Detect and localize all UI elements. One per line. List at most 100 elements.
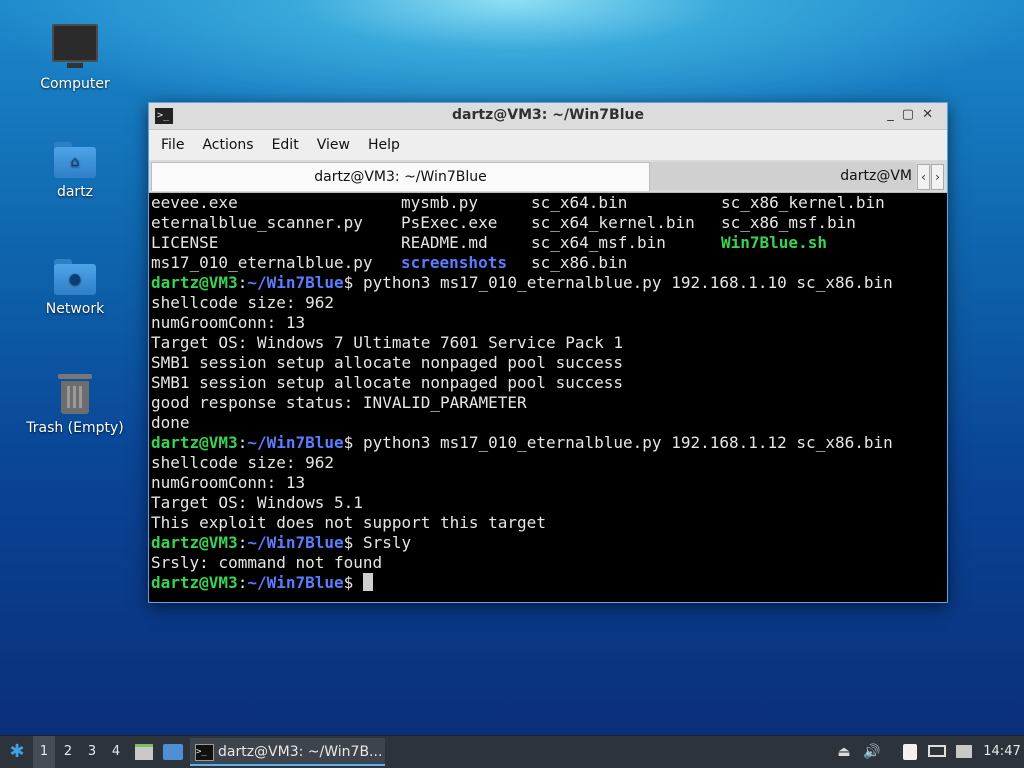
- file-entry: sc_x64_msf.bin: [531, 233, 666, 252]
- prompt-line: dartz@VM3:~/Win7Blue$: [151, 573, 945, 593]
- update-notifier-icon[interactable]: [954, 744, 974, 760]
- command-text: python3 ms17_010_eternalblue.py 192.168.…: [353, 433, 893, 452]
- desktop-icon-label: Trash (Empty): [26, 420, 124, 436]
- ls-row: ms17_010_eternalblue.py screenshots sc_x86…: [151, 253, 945, 273]
- volume-icon[interactable]: 🔊: [863, 744, 881, 760]
- ls-row: eevee.exe mysmb.py sc_x64.bin sc_x86_kernel…: [151, 193, 945, 213]
- close-button[interactable]: ✕: [922, 107, 941, 122]
- window-controls: _▢✕: [887, 107, 941, 122]
- file-entry: PsExec.exe: [401, 213, 498, 232]
- output-line: Target OS: Windows 7 Ultimate 7601 Servi…: [151, 333, 624, 352]
- maximize-button[interactable]: ▢: [902, 107, 922, 122]
- taskbar-window-button[interactable]: >_ dartz@VM3: ~/Win7B...: [190, 738, 385, 766]
- prompt-user: dartz@VM3: [151, 533, 238, 552]
- show-desktop-button[interactable]: [162, 736, 184, 768]
- file-manager-icon: [135, 744, 153, 760]
- network-folder-icon: ●: [54, 259, 96, 295]
- file-entry: README.md: [401, 233, 488, 252]
- prompt-user: dartz@VM3: [151, 273, 238, 292]
- prompt-char: $: [343, 433, 354, 452]
- workspace-1[interactable]: 1: [33, 736, 55, 768]
- command-text: Srsly: [353, 533, 412, 552]
- tab-bar: dartz@VM3: ~/Win7Blue dartz@VM ‹ ›: [149, 160, 947, 193]
- network-status-icon[interactable]: [926, 744, 948, 760]
- file-entry: LICENSE: [151, 233, 219, 252]
- prompt-user: dartz@VM3: [151, 573, 238, 592]
- prompt-sep: :: [237, 573, 248, 592]
- prompt-char: $: [343, 273, 354, 292]
- tab-scroll-left-button[interactable]: ‹: [917, 164, 930, 190]
- tab-active[interactable]: dartz@VM3: ~/Win7Blue: [151, 162, 650, 191]
- taskbar-window-label: dartz@VM3: ~/Win7B...: [218, 744, 383, 760]
- output-line: Target OS: Windows 5.1: [151, 493, 363, 512]
- file-entry: sc_x86_msf.bin: [721, 213, 856, 232]
- output-line: SMB1 session setup allocate nonpaged poo…: [151, 373, 624, 392]
- prompt-char: $: [343, 573, 354, 592]
- desktop-icon-trash[interactable]: Trash (Empty): [20, 374, 130, 436]
- text-cursor: [362, 573, 373, 591]
- menu-file[interactable]: File: [152, 137, 193, 153]
- executable-file-entry: Win7Blue.sh: [721, 233, 827, 252]
- menu-view[interactable]: View: [308, 137, 359, 153]
- desktop-icon-network[interactable]: ● Network: [20, 259, 130, 317]
- desktop-icon-home[interactable]: ⌂ dartz: [20, 142, 130, 200]
- prompt-user: dartz@VM3: [151, 433, 238, 452]
- workspace-4[interactable]: 4: [105, 736, 127, 768]
- clock[interactable]: 14:47: [982, 736, 1022, 768]
- desktop-icon-label: Network: [45, 301, 105, 317]
- terminal-task-icon: >_: [195, 744, 214, 761]
- prompt-path: ~/Win7Blue: [247, 573, 344, 592]
- output-line: SMB1 session setup allocate nonpaged poo…: [151, 353, 624, 372]
- file-entry: sc_x86_kernel.bin: [721, 193, 885, 212]
- workspace-3[interactable]: 3: [81, 736, 103, 768]
- command-text: python3 ms17_010_eternalblue.py 192.168.…: [353, 273, 893, 292]
- trash-icon: [58, 374, 92, 414]
- output-line: numGroomConn: 13: [151, 313, 306, 332]
- clipboard-icon[interactable]: [900, 744, 920, 760]
- output-line: This exploit does not support this targe…: [151, 513, 546, 532]
- output-line: shellcode size: 962: [151, 453, 335, 472]
- tab-inactive[interactable]: dartz@VM: [650, 162, 916, 190]
- output-line: shellcode size: 962: [151, 293, 335, 312]
- menu-help[interactable]: Help: [359, 137, 409, 153]
- output-line: good response status: INVALID_PARAMETER: [151, 393, 527, 412]
- desktop-icon-computer[interactable]: Computer: [20, 24, 130, 92]
- minimize-button[interactable]: _: [887, 107, 902, 122]
- prompt-line: dartz@VM3:~/Win7Blue$ python3 ms17_010_e…: [151, 273, 945, 293]
- prompt-sep: :: [237, 533, 248, 552]
- window-title: dartz@VM3: ~/Win7Blue: [452, 107, 644, 123]
- directory-entry: screenshots: [401, 253, 507, 272]
- file-entry: sc_x64.bin: [531, 193, 628, 212]
- prompt-line: dartz@VM3:~/Win7Blue$ python3 ms17_010_e…: [151, 433, 945, 453]
- prompt-sep: :: [237, 433, 248, 452]
- output-line: done: [151, 413, 190, 432]
- prompt-sep: :: [237, 273, 248, 292]
- menu-actions[interactable]: Actions: [193, 137, 262, 153]
- file-entry: mysmb.py: [401, 193, 479, 212]
- prompt-line: dartz@VM3:~/Win7Blue$ Srsly: [151, 533, 945, 553]
- desktop-icon-label: Computer: [40, 76, 110, 92]
- file-manager-launcher[interactable]: [134, 736, 154, 768]
- terminal-window[interactable]: >_ dartz@VM3: ~/Win7Blue _▢✕ File Action…: [148, 102, 948, 603]
- prompt-path: ~/Win7Blue: [247, 433, 344, 452]
- prompt-path: ~/Win7Blue: [247, 533, 344, 552]
- title-bar[interactable]: >_ dartz@VM3: ~/Win7Blue _▢✕: [149, 103, 947, 130]
- file-entry: eternalblue_scanner.py: [151, 213, 363, 232]
- home-folder-icon: ⌂: [54, 142, 96, 178]
- output-line: Srsly: command not found: [151, 553, 383, 572]
- file-entry: sc_x86.bin: [531, 253, 628, 272]
- tab-scroll-right-button[interactable]: ›: [931, 164, 944, 190]
- prompt-path: ~/Win7Blue: [247, 273, 344, 292]
- eject-icon[interactable]: ⏏: [835, 744, 853, 760]
- app-menu-icon[interactable]: ✱: [4, 736, 30, 768]
- file-entry: eevee.exe: [151, 193, 238, 212]
- desktop-icon-label: dartz: [56, 184, 94, 200]
- terminal-output[interactable]: eevee.exe mysmb.py sc_x64.bin sc_x86_kernel…: [151, 193, 945, 602]
- menu-bar: File Actions Edit View Help: [149, 130, 947, 160]
- computer-icon: [52, 24, 98, 68]
- menu-edit[interactable]: Edit: [263, 137, 308, 153]
- output-line: numGroomConn: 13: [151, 473, 306, 492]
- ls-row: LICENSE README.md sc_x64_msf.bin Win7Blue.s…: [151, 233, 945, 253]
- workspace-2[interactable]: 2: [57, 736, 79, 768]
- desktop-icon: [163, 744, 183, 760]
